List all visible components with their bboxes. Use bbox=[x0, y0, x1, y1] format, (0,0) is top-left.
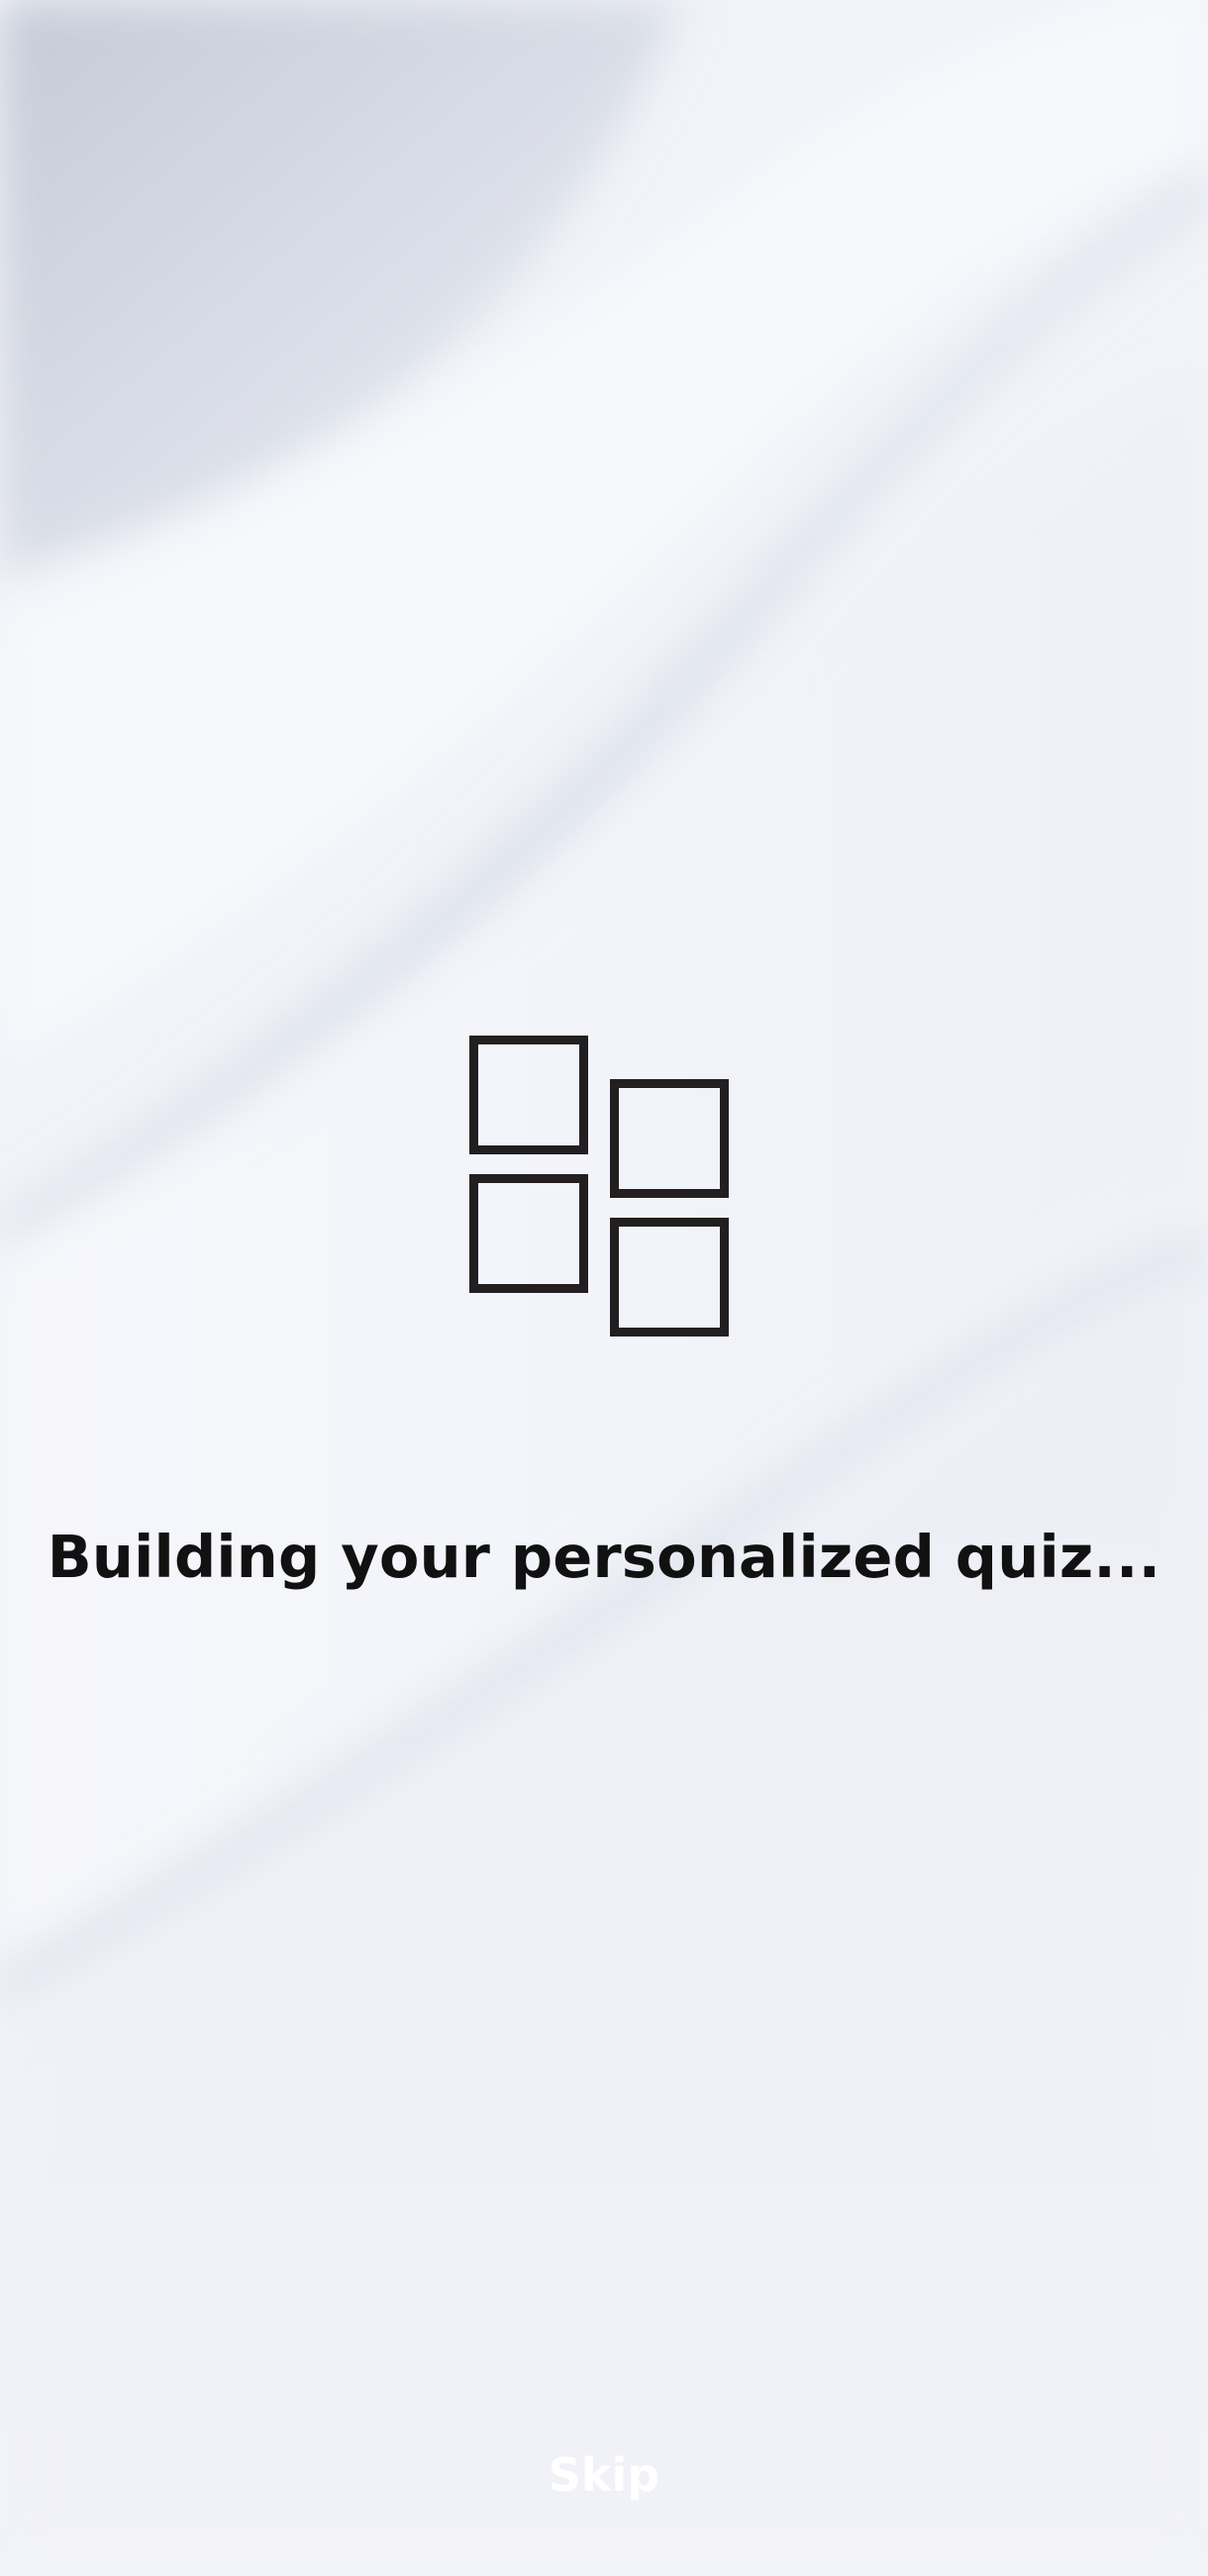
skip-button[interactable]: Skip bbox=[505, 2435, 703, 2515]
loading-title: Building your personalized quiz... bbox=[47, 1523, 1161, 1591]
four-squares-icon bbox=[469, 1036, 729, 1337]
